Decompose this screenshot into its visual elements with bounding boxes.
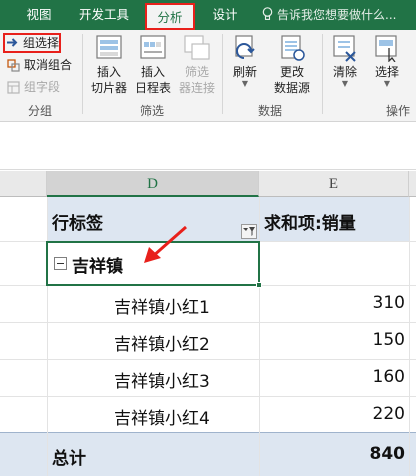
refresh-icon — [235, 35, 255, 59]
pivot-item-value[interactable]: 160 — [373, 367, 405, 387]
select-label: 选择 — [374, 65, 399, 79]
filter-connections-icon — [184, 35, 210, 60]
group-label-data: 数据 — [258, 104, 283, 118]
group-selection-button[interactable]: 组选择 — [3, 33, 62, 53]
select-button[interactable]: 选择 ▼ — [368, 34, 406, 88]
slicer-icon — [96, 35, 122, 59]
tell-me-text: 告诉我您想要做什么... — [277, 8, 397, 22]
chevron-down-icon: ▼ — [383, 79, 391, 88]
ribbon-analyze: 组选择 取消组合 组字段 分组 插入 切片器 插入 日程表 筛选 器连接 筛选 … — [0, 30, 416, 122]
pivot-row-labels-header[interactable]: 行标签 — [52, 209, 103, 234]
pivot-item-label[interactable]: 吉祥镇小红3 — [114, 367, 210, 392]
insert-timeline-button[interactable]: 插入 日程表 — [132, 34, 174, 96]
ungroup-button[interactable]: 取消组合 — [4, 56, 72, 76]
pivot-item-label[interactable]: 吉祥镇小红4 — [114, 404, 210, 429]
filter-connections-label-1: 筛选 — [184, 65, 209, 79]
filter-icon — [243, 227, 255, 236]
insert-slicer-button[interactable]: 插入 切片器 — [88, 34, 130, 96]
red-arrow-annotation — [144, 225, 187, 263]
pivot-total-label[interactable]: 总计 — [52, 444, 86, 469]
change-data-source-button[interactable]: 更改 数据源 — [266, 34, 318, 96]
clear-icon — [333, 35, 356, 62]
lightbulb-icon — [262, 7, 273, 20]
change-source-icon — [281, 35, 305, 61]
filter-dropdown-button[interactable] — [241, 224, 257, 239]
fill-handle[interactable] — [256, 282, 262, 288]
gridline — [0, 359, 416, 360]
pivot-item-value[interactable]: 310 — [373, 293, 405, 313]
pivot-item-value[interactable]: 150 — [373, 330, 405, 350]
group-label-filter: 筛选 — [140, 104, 165, 118]
group-selection-label: 组选择 — [23, 36, 60, 50]
insert-timeline-label-1: 插入 — [140, 65, 165, 79]
pivot-item-label[interactable]: 吉祥镇小红2 — [114, 330, 210, 355]
group-label-actions: 操作 — [386, 104, 411, 118]
ungroup-icon — [7, 59, 20, 72]
filter-connections-button[interactable]: 筛选 器连接 — [176, 34, 218, 96]
clear-button[interactable]: 清除 ▼ — [326, 34, 364, 88]
worksheet-grid: D E 行标签 求和项:销量 吉祥镇 吉祥镇小红1 310 吉祥镇小红2 150… — [0, 171, 416, 476]
filter-connections-label-2: 器连接 — [178, 81, 215, 95]
pivot-group-label[interactable]: 吉祥镇 — [72, 252, 123, 277]
gridline — [0, 432, 416, 433]
group-field-label: 组字段 — [24, 80, 61, 94]
gridline — [409, 197, 410, 476]
ungroup-label: 取消组合 — [24, 58, 73, 72]
column-header-d[interactable]: D — [47, 171, 259, 197]
clear-label: 清除 — [332, 65, 357, 79]
gridline — [47, 197, 48, 476]
ribbon-tab-bar: 视图 开发工具 分析 设计 告诉我您想要做什么... — [0, 0, 416, 30]
ribbon-separator — [82, 34, 83, 114]
ribbon-separator — [222, 34, 223, 114]
insert-timeline-label-2: 日程表 — [134, 81, 171, 95]
group-field-button[interactable]: 组字段 — [4, 78, 60, 98]
arrow-right-icon — [7, 38, 18, 47]
gridline — [0, 322, 416, 323]
chevron-down-icon: ▼ — [341, 79, 349, 88]
pivot-item-value[interactable]: 220 — [373, 404, 405, 424]
ribbon-separator — [322, 34, 323, 114]
group-label-grouping: 分组 — [28, 104, 53, 118]
formula-bar-area — [0, 123, 416, 170]
select-icon — [375, 35, 397, 63]
change-source-label-2: 数据源 — [273, 81, 310, 95]
pivot-item-label[interactable]: 吉祥镇小红1 — [114, 293, 210, 318]
pivot-total-value[interactable]: 840 — [370, 444, 406, 464]
tell-me-search[interactable]: 告诉我您想要做什么... — [262, 0, 396, 30]
gridline — [0, 396, 416, 397]
group-field-icon — [7, 81, 20, 94]
tab-developer[interactable]: 开发工具 — [72, 0, 136, 30]
tab-analyze[interactable]: 分析 — [145, 3, 195, 30]
pivot-sum-header[interactable]: 求和项:销量 — [264, 209, 356, 234]
insert-slicer-label-1: 插入 — [96, 65, 121, 79]
refresh-button[interactable]: 刷新 ▼ — [226, 34, 264, 88]
gridline — [259, 197, 260, 476]
tab-design[interactable]: 设计 — [203, 0, 247, 30]
collapse-button[interactable] — [54, 257, 67, 270]
insert-slicer-label-2: 切片器 — [90, 81, 127, 95]
column-header-c[interactable] — [0, 171, 47, 197]
chevron-down-icon: ▼ — [241, 79, 249, 88]
column-header-f[interactable] — [409, 171, 416, 197]
change-source-label-1: 更改 — [279, 65, 304, 79]
tab-view[interactable]: 视图 — [14, 0, 64, 30]
column-header-e[interactable]: E — [259, 171, 409, 197]
timeline-icon — [140, 35, 166, 59]
refresh-label: 刷新 — [232, 65, 257, 79]
